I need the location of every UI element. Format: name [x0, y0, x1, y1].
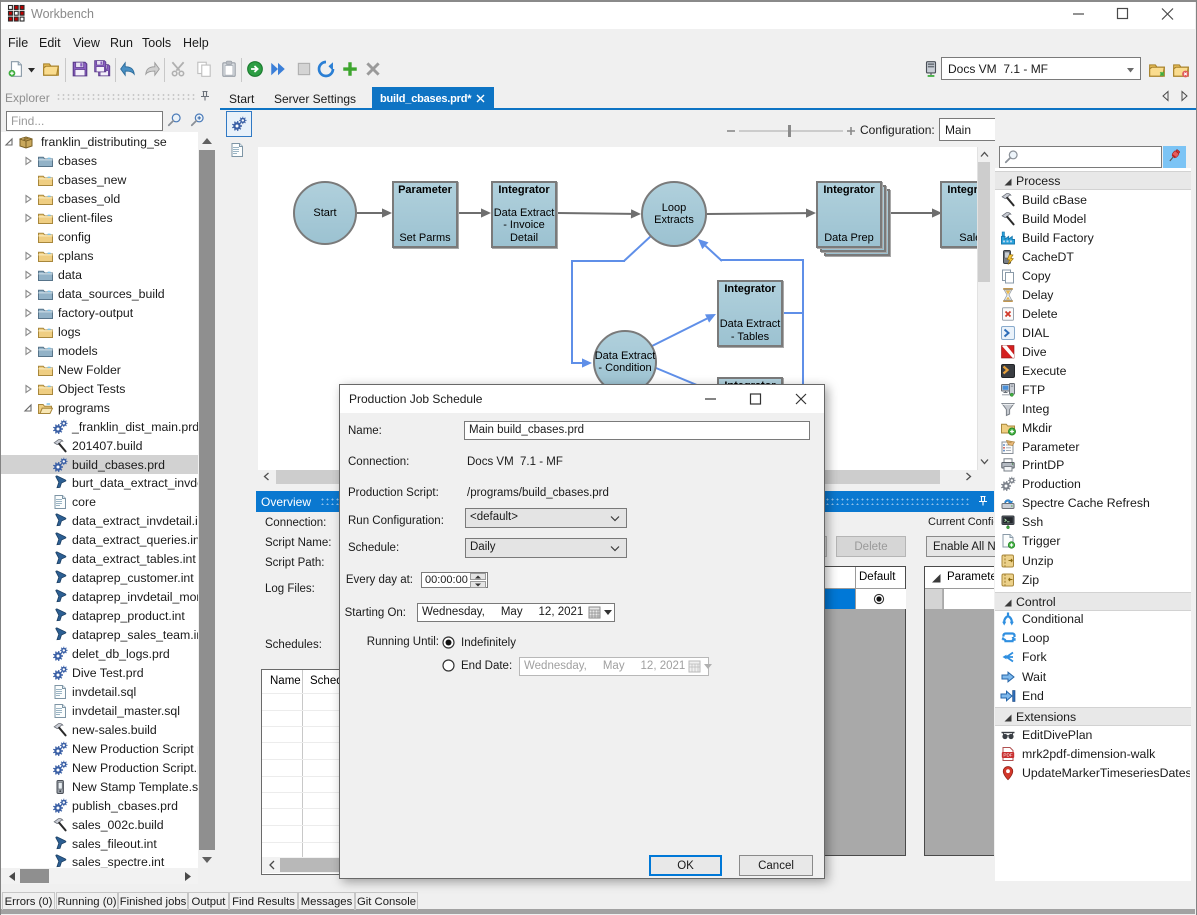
svg-text:PDF: PDF [1003, 752, 1012, 757]
